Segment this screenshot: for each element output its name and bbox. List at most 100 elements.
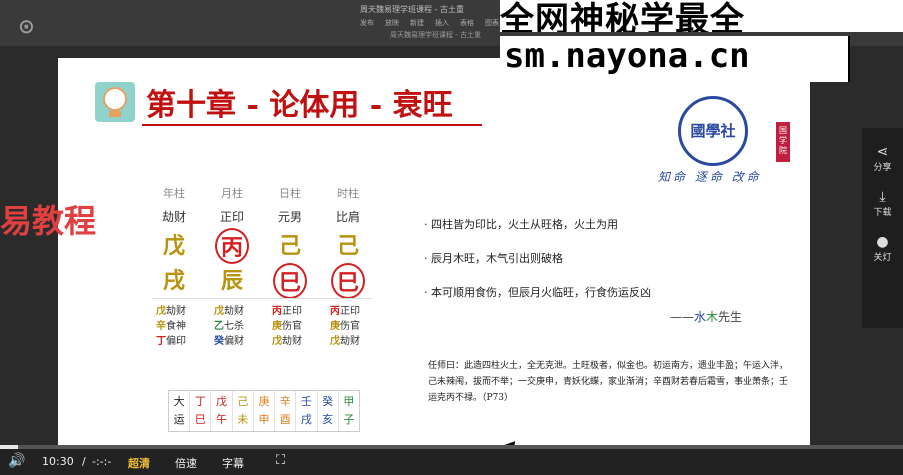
dayun-stem: 辛 [279, 395, 291, 408]
dayun-cell: 庚申 [254, 391, 276, 431]
signature-wood: 木 [706, 310, 719, 324]
pillar-stem-day: 己 [270, 228, 310, 260]
watermark-title: 全网神秘学最全 [500, 0, 903, 32]
pillar-god-year: 劫财 [161, 210, 186, 224]
pillar-header-year: 年柱 [163, 187, 185, 200]
watermark-url: sm.nayona.cn [500, 36, 850, 82]
pillar-header-month: 月柱 [221, 187, 243, 200]
branch-char-circled: 巳 [330, 263, 365, 299]
hidden-stem-god: 劫财 [166, 306, 186, 317]
download-button[interactable]: ⤓ 下载 [862, 189, 903, 218]
guoxueshe-seal: 國學社 [678, 96, 748, 166]
side-panel: ⋖ 分享 ⤓ 下载 ● 关灯 [862, 128, 903, 328]
dayun-branch: 申 [258, 413, 270, 426]
hidden-stem-god: 七杀 [224, 321, 244, 332]
dayun-cell: 癸亥 [318, 391, 339, 431]
stem-char: 己 [278, 234, 301, 259]
slide-canvas: 第十章 - 论体用 - 衰旺 國學社 国学院 知命 逐命 改命 年柱 月柱 日柱… [58, 58, 810, 446]
branch-char: 戌 [162, 269, 185, 294]
hidden-stem-god: 劫财 [340, 336, 360, 347]
pillar-god-month: 正印 [219, 210, 244, 224]
hidden-stem-god: 伤官 [340, 321, 360, 332]
ren-commentary: 任师曰：此造四柱火土，全无克泄。土旺极者，似金也。初运南方，遗业丰盈；午运入泮，… [428, 361, 789, 403]
hidden-stem: 戊 [156, 306, 166, 317]
toolbar-item-0[interactable]: 发布 [360, 18, 374, 28]
window-title: 周天魏易理学班课程 - 古土重 [360, 5, 464, 14]
lightbulb-icon [95, 82, 135, 122]
hidden-stem: 戊 [214, 306, 224, 317]
dayun-cell: 壬戌 [296, 391, 318, 431]
dayun-branch: 亥 [322, 413, 334, 426]
pillar-branch-year: 戌 [154, 263, 194, 295]
hidden-stem-god: 劫财 [224, 306, 244, 317]
download-icon: ⤓ [879, 189, 886, 205]
pillar-stem-month: 丙 [212, 228, 252, 264]
hidden-stem: 癸 [214, 336, 224, 347]
dayun-stem: 甲 [343, 395, 355, 408]
dayun-stem: 大 [173, 395, 185, 408]
signature-prefix: —— [670, 310, 694, 324]
hidden-stem-god: 正印 [282, 306, 302, 317]
hidden-stem-god: 正印 [340, 306, 360, 317]
bulb-icon: ● [876, 234, 889, 250]
time-total: -:-:- [92, 455, 112, 468]
share-icon: ⋖ [876, 144, 889, 160]
dayun-branch: 午 [216, 413, 228, 426]
hidden-stems-year: 戊劫财 辛食神 丁偏印 [156, 304, 216, 349]
toolbar-item-1[interactable]: 放映 [385, 18, 399, 28]
lights-off-label: 关灯 [873, 253, 892, 263]
time-separator: / [82, 455, 86, 468]
author-signature: ——水木先生 [670, 308, 742, 325]
volume-icon[interactable]: 🔊 [8, 453, 25, 469]
dayun-cell: 戊午 [211, 391, 233, 431]
hidden-stems-day: 丙正印 庚伤官 戊劫财 [272, 304, 332, 349]
pillar-god-day: 元男 [277, 210, 302, 224]
hidden-stem: 辛 [156, 321, 166, 332]
pillar-header-hour: 时柱 [337, 187, 359, 200]
dayun-branch: 运 [173, 413, 185, 426]
dayun-stem: 癸 [322, 395, 334, 408]
signature-suffix: 先生 [718, 310, 743, 324]
hidden-stem: 庚 [272, 321, 282, 332]
subtitle-button[interactable]: 字幕 [222, 455, 244, 471]
share-button[interactable]: ⋖ 分享 [862, 144, 903, 173]
toolbar-item-2[interactable]: 新建 [410, 18, 424, 28]
toolbar-item-5[interactable]: 图表 [485, 18, 499, 28]
hidden-stem-god: 偏财 [224, 336, 244, 347]
toolbar-item-3[interactable]: 插入 [435, 18, 449, 28]
dayun-stem: 丁 [194, 395, 206, 408]
pillar-branch-hour: 巳 [328, 263, 368, 299]
download-label: 下载 [873, 208, 892, 218]
player-controls: 🔊 10:30 / -:-:- 超清 倍速 字幕 ⛶ [0, 449, 903, 475]
dayun-branch: 巳 [194, 413, 206, 426]
signature-water: 水 [694, 310, 707, 324]
window-subtitle: 周天魏易理学班课程 - 古土重 [390, 31, 481, 39]
notes-list: · 四柱皆为印比，火土从旺格，火土为用 · 辰月木旺，木气引出则破格 · 本可顺… [424, 216, 784, 318]
time-current: 10:30 [42, 455, 74, 468]
speed-button[interactable]: 倍速 [175, 455, 197, 471]
pillar-header-day: 日柱 [279, 187, 301, 200]
stem-char: 己 [336, 234, 359, 259]
side-big-text: 易教程 [0, 202, 97, 240]
chapter-title: 第十章 - 论体用 - 衰旺 [146, 88, 453, 123]
pillar-branch-month: 辰 [212, 263, 252, 295]
note-item: · 本可顺用食伤，但辰月火临旺，行食伤运反凶 [424, 286, 651, 299]
quality-button[interactable]: 超清 [128, 455, 150, 471]
dayun-stem: 庚 [258, 395, 270, 408]
hidden-stem: 丙 [330, 306, 340, 317]
dayun-cell: 大运 [169, 391, 191, 431]
pillar-branch-day: 巳 [270, 263, 310, 299]
lights-off-button[interactable]: ● 关灯 [862, 234, 903, 263]
motto: 知命 逐命 改命 [658, 170, 762, 184]
pillar-stem-hour: 己 [328, 228, 368, 260]
note-item: · 辰月木旺，木气引出则破格 [424, 252, 563, 265]
dayun-stem: 己 [237, 395, 249, 408]
toolbar-item-4[interactable]: 表格 [460, 18, 474, 28]
branch-char: 辰 [220, 269, 243, 294]
dayun-stem: 戊 [216, 395, 228, 408]
dayun-branch: 未 [237, 413, 249, 426]
fullscreen-icon[interactable]: ⛶ [276, 453, 285, 468]
dayun-cell: 丁巳 [190, 391, 212, 431]
hidden-stem: 庚 [330, 321, 340, 332]
hidden-stem: 丁 [156, 336, 166, 347]
